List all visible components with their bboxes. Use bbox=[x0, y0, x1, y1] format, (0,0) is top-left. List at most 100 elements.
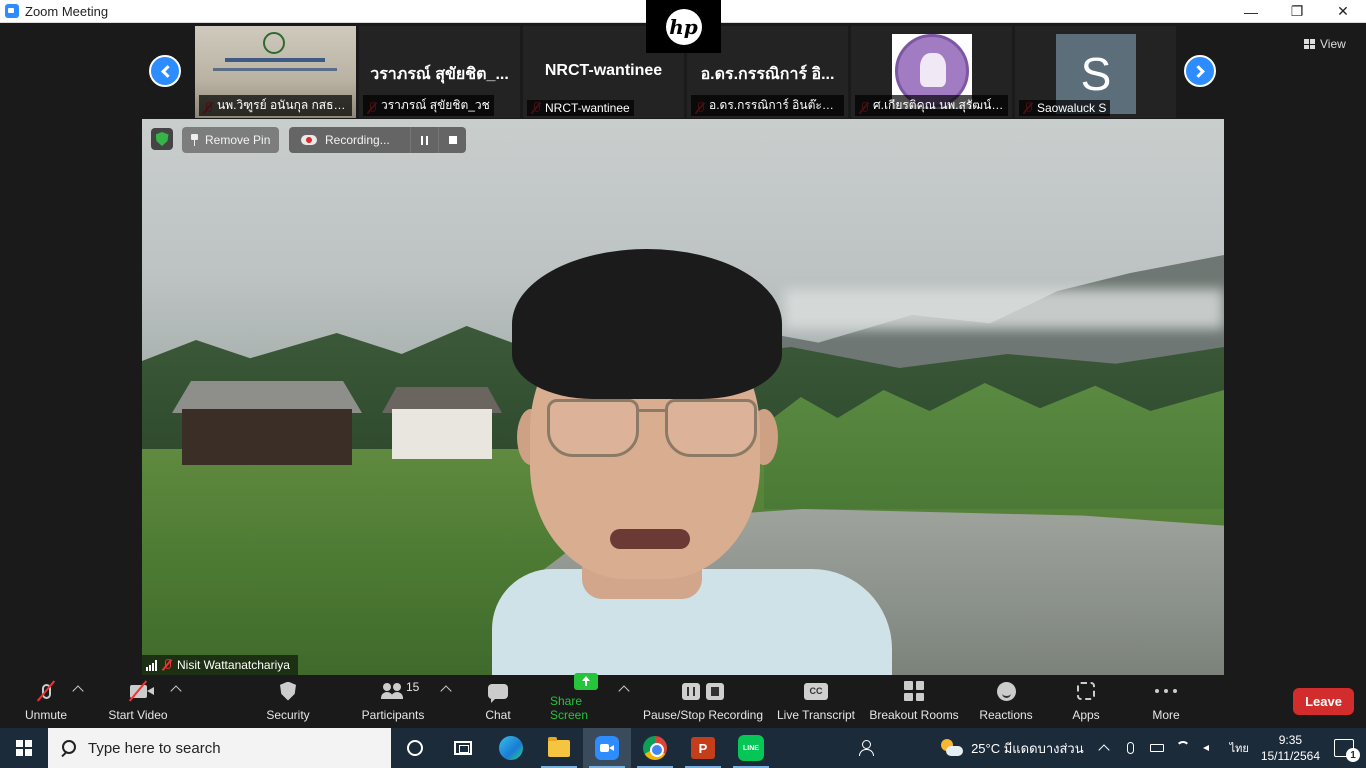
more-label: More bbox=[1152, 708, 1180, 722]
pin-icon bbox=[190, 134, 199, 146]
folder-icon bbox=[548, 736, 570, 757]
input-language[interactable]: ไทย bbox=[1230, 739, 1249, 757]
participant-name-label: อ.ดร.กรรณิการ์ อินต๊ะวงศ์ bbox=[691, 95, 844, 116]
participant-name-label: NRCT-wantinee bbox=[527, 100, 634, 116]
glasses bbox=[547, 399, 757, 459]
reactions-label: Reactions bbox=[979, 708, 1033, 722]
wifi-icon[interactable] bbox=[1175, 740, 1191, 756]
start-video-label: Start Video bbox=[108, 708, 168, 722]
meeting-toolbar: Unmute Start Video Security 15 Participa… bbox=[0, 673, 1366, 727]
chrome-icon bbox=[643, 736, 667, 760]
participant-tile[interactable]: วราภรณ์ สุขัยชิต_... วราภรณ์ สุขัยชิต_วช bbox=[359, 26, 520, 118]
gallery-next-button[interactable] bbox=[1184, 55, 1216, 87]
taskbar-zoom[interactable] bbox=[583, 728, 631, 768]
participants-icon bbox=[381, 683, 405, 699]
cloud-recording-icon bbox=[301, 135, 317, 145]
participants-button[interactable]: 15 Participants bbox=[360, 675, 426, 727]
taskbar-edge[interactable] bbox=[487, 728, 535, 768]
clock-time: 9:35 bbox=[1278, 733, 1303, 747]
participant-display-name: NRCT-wantinee bbox=[544, 62, 663, 79]
apps-button[interactable]: Apps bbox=[1068, 675, 1104, 727]
volume-muted-icon[interactable] bbox=[1201, 740, 1217, 756]
participant-tile[interactable]: ศ.เกียรติคุณ นพ.สุรัฒน์ จ... bbox=[851, 26, 1012, 118]
remove-pin-label: Remove Pin bbox=[205, 133, 271, 147]
notifications-button[interactable]: 1 bbox=[1334, 739, 1360, 762]
share-screen-icon bbox=[574, 673, 598, 690]
stop-icon bbox=[706, 682, 724, 700]
gallery-prev-button[interactable] bbox=[149, 55, 181, 87]
taskbar-search-box[interactable]: Type here to search bbox=[48, 728, 391, 768]
apps-icon bbox=[1077, 682, 1095, 700]
unmute-button[interactable]: Unmute bbox=[20, 675, 72, 727]
chat-icon bbox=[488, 683, 508, 703]
weather-text[interactable]: 25°C มีแดดบางส่วน bbox=[971, 738, 1084, 759]
clock-date: 15/11/2564 bbox=[1260, 749, 1320, 763]
share-screen-button[interactable]: Share Screen bbox=[550, 673, 622, 727]
powerpoint-icon: P bbox=[691, 737, 715, 759]
cortana-button[interactable] bbox=[391, 728, 439, 768]
video-options-caret-icon[interactable] bbox=[170, 685, 182, 697]
speaker-person bbox=[492, 239, 892, 675]
reactions-button[interactable]: Reactions bbox=[978, 675, 1034, 727]
restore-button[interactable]: ❐ bbox=[1274, 0, 1320, 23]
more-button[interactable]: More bbox=[1148, 675, 1184, 727]
weather-partly-sunny-icon[interactable] bbox=[941, 739, 964, 757]
active-speaker-video bbox=[142, 119, 1224, 675]
window-controls: — ❐ ✕ bbox=[1228, 0, 1366, 23]
taskbar-powerpoint[interactable]: P bbox=[679, 728, 727, 768]
view-button[interactable]: View bbox=[1304, 33, 1346, 55]
start-button[interactable] bbox=[0, 728, 48, 768]
recording-label: Recording... bbox=[325, 133, 390, 147]
pause-recording-button[interactable] bbox=[410, 127, 438, 153]
grid-view-icon bbox=[1304, 39, 1315, 49]
breakout-rooms-icon bbox=[904, 681, 924, 701]
edge-icon bbox=[499, 736, 523, 760]
people-icon[interactable] bbox=[859, 740, 877, 756]
windows-taskbar: Type here to search P LINE 25°C มีแดดบาง… bbox=[0, 728, 1366, 768]
start-video-button[interactable]: Start Video bbox=[104, 675, 172, 727]
zoom-icon bbox=[595, 736, 619, 760]
chat-button[interactable]: Chat bbox=[478, 675, 518, 727]
camera-notch: hp bbox=[646, 0, 721, 53]
recording-indicator: Recording... bbox=[289, 127, 466, 153]
shield-icon bbox=[280, 681, 296, 701]
minimize-button[interactable]: — bbox=[1228, 0, 1274, 23]
microphone-tray-icon[interactable] bbox=[1123, 740, 1139, 756]
taskbar-file-explorer[interactable] bbox=[535, 728, 583, 768]
unmute-label: Unmute bbox=[24, 708, 68, 722]
stop-recording-button[interactable] bbox=[438, 127, 466, 153]
signal-strength-icon bbox=[146, 659, 157, 671]
encryption-shield-icon[interactable] bbox=[151, 128, 173, 150]
participant-tile[interactable]: นพ.วิฑูรย์ อนันกุล กสธฉ... bbox=[195, 26, 356, 118]
search-placeholder: Type here to search bbox=[88, 739, 221, 757]
zoom-app-icon bbox=[5, 4, 19, 18]
taskbar-clock[interactable]: 9:35 15/11/2564 bbox=[1261, 732, 1320, 764]
participants-options-caret-icon[interactable] bbox=[440, 685, 452, 697]
battery-icon[interactable] bbox=[1149, 740, 1165, 756]
pause-icon bbox=[421, 135, 428, 145]
more-dots-icon bbox=[1155, 689, 1177, 693]
taskbar-chrome[interactable] bbox=[631, 728, 679, 768]
participants-count: 15 bbox=[406, 680, 420, 694]
participant-tile[interactable]: S Saowaluck S bbox=[1015, 26, 1176, 118]
share-screen-label: Share Screen bbox=[550, 694, 589, 722]
task-view-button[interactable] bbox=[439, 728, 487, 768]
pause-stop-recording-button[interactable]: Pause/Stop Recording bbox=[642, 675, 764, 727]
participant-name-label: Saowaluck S bbox=[1019, 100, 1111, 116]
participants-label: Participants bbox=[361, 708, 425, 722]
remove-pin-button[interactable]: Remove Pin bbox=[182, 127, 280, 153]
security-label: Security bbox=[266, 708, 310, 722]
view-button-label: View bbox=[1320, 37, 1346, 51]
security-button[interactable]: Security bbox=[262, 675, 314, 727]
breakout-rooms-button[interactable]: Breakout Rooms bbox=[868, 675, 960, 727]
leave-button[interactable]: Leave bbox=[1293, 688, 1354, 715]
stop-icon bbox=[448, 136, 457, 144]
show-hidden-icons-chevron-icon[interactable] bbox=[1097, 744, 1110, 756]
taskbar-line[interactable]: LINE bbox=[727, 728, 775, 768]
live-transcript-button[interactable]: CC Live Transcript bbox=[776, 675, 856, 727]
audio-options-caret-icon[interactable] bbox=[72, 685, 84, 697]
speaker-name-label: Nisit Wattanatchariya bbox=[142, 655, 298, 675]
participant-display-name: อ.ดร.กรรณิการ์ อิ... bbox=[700, 66, 835, 83]
participant-name-label: นพ.วิฑูรย์ อนันกุล กสธฉ... bbox=[199, 95, 352, 116]
close-button[interactable]: ✕ bbox=[1320, 0, 1366, 23]
